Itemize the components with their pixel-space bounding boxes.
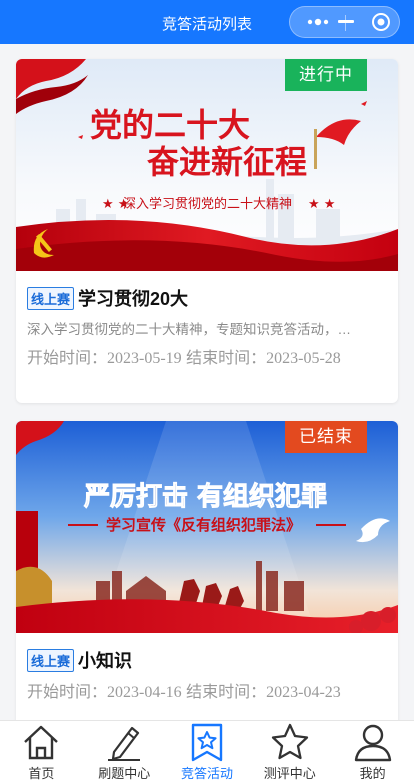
activity-card[interactable]: 党的二十大 奋进新征程 ★ ★ 深入学习贯彻党的二十大精神 ★ ★ 进行中 线上… — [16, 59, 398, 403]
svg-text:★ ★: ★ ★ — [308, 197, 335, 212]
star-icon — [271, 723, 308, 760]
bottom-tab-bar: 首页 刷题中心 竞答活动 测评中心 我的 — [0, 720, 414, 780]
banner-subline: 学习宣传《反有组织犯罪法》 — [106, 516, 301, 534]
status-badge: 已结束 — [285, 421, 367, 453]
banner-headline-1: 党的二十大 — [90, 106, 250, 144]
minimize-icon[interactable] — [326, 7, 366, 37]
activity-banner-image: 党的二十大 奋进新征程 ★ ★ 深入学习贯彻党的二十大精神 ★ ★ 进行中 — [16, 59, 398, 271]
activity-title: 学习贯彻20大 — [78, 289, 189, 309]
banner-headline-2: 奋进新征程 — [147, 143, 307, 181]
activity-banner-image: 严厉打击 有组织犯罪 学习宣传《反有组织犯罪法》 已结束 — [16, 421, 398, 633]
tab-practice-center[interactable]: 刷题中心 — [83, 721, 166, 780]
activity-card[interactable]: 严厉打击 有组织犯罪 学习宣传《反有组织犯罪法》 已结束 线上赛 小知识 开始时… — [16, 421, 398, 741]
start-time-value: 2023-05-19 — [107, 350, 182, 367]
user-icon — [354, 724, 391, 762]
end-time-label: 结束时间： — [186, 348, 267, 367]
tab-home[interactable]: 首页 — [0, 721, 83, 780]
activity-time-range: 开始时间：2023-04-16 结束时间：2023-04-23 — [27, 681, 387, 703]
tab-assessment-center[interactable]: 测评中心 — [248, 721, 331, 780]
star-badge-icon — [191, 723, 223, 762]
end-time-label: 结束时间： — [186, 682, 267, 701]
tab-label: 刷题中心 — [98, 766, 151, 780]
start-time-label: 开始时间： — [27, 348, 108, 367]
online-contest-tag: 线上赛 — [27, 648, 75, 672]
activity-title: 小知识 — [78, 651, 133, 671]
banner-headline: 严厉打击 有组织犯罪 — [84, 481, 327, 512]
end-time-value: 2023-05-28 — [266, 350, 341, 367]
mini-program-capsule — [289, 6, 400, 38]
tab-label: 首页 — [28, 766, 55, 780]
tab-quiz-activity[interactable]: 竞答活动 — [166, 721, 249, 780]
activity-description: 深入学习贯彻党的二十大精神，专题知识竞答活动，… — [27, 322, 351, 337]
record-circle-icon[interactable] — [363, 7, 399, 37]
top-navbar: 竞答活动列表 — [0, 0, 414, 44]
start-time-label: 开始时间： — [27, 682, 108, 701]
tab-profile[interactable]: 我的 — [331, 721, 414, 780]
online-contest-tag: 线上赛 — [27, 286, 75, 310]
banner-subline: 深入学习贯彻党的二十大精神 — [123, 196, 292, 212]
end-time-value: 2023-04-23 — [266, 684, 341, 701]
tab-label: 我的 — [359, 766, 386, 780]
tab-label: 竞答活动 — [180, 766, 233, 780]
activity-time-range: 开始时间：2023-05-19 结束时间：2023-05-28 — [27, 347, 387, 369]
pencil-icon — [108, 726, 141, 761]
home-icon — [24, 725, 59, 760]
tab-label: 测评中心 — [263, 766, 316, 780]
status-badge: 进行中 — [285, 59, 367, 91]
start-time-value: 2023-04-16 — [107, 684, 182, 701]
